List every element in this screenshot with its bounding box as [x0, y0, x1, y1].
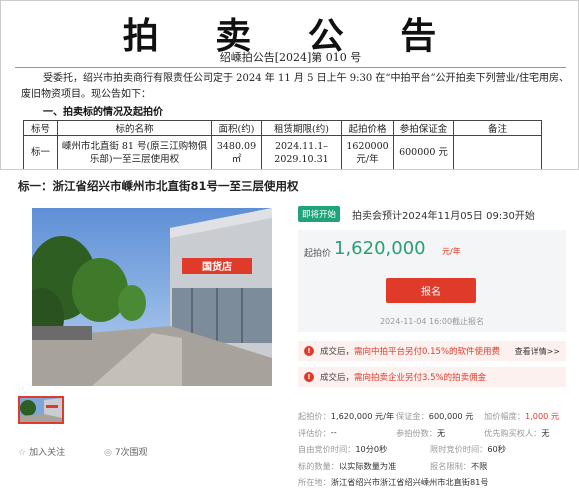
street-scene-image: 国货店 [32, 208, 272, 386]
th-no: 标号 [23, 120, 58, 136]
info-row: 自由竞价时间： 10分0秒 限时竞价时间： 60秒 [298, 444, 506, 455]
start-price-value: 1,620,000 [334, 238, 426, 259]
auction-status: 即将开始 拍卖会预计2024年11月05日 09:30开始 [298, 206, 535, 222]
warning-icon: ! [304, 346, 314, 356]
view-count: ◎ 7次围观 [104, 445, 166, 458]
td-area: 3480.09㎡ [211, 135, 262, 169]
start-time-text: 拍卖会预计2024年11月05日 09:30开始 [352, 210, 535, 222]
td-name: 嵊州市北直街 81 号(原三江购物俱乐部)一至三层使用权 [57, 135, 212, 169]
th-price: 起拍价格 [341, 120, 394, 136]
warning-icon: ! [304, 372, 314, 382]
td-deposit: 600000 元 [393, 135, 454, 169]
notice-section-heading: 一、拍卖标的情况及起拍价 [43, 107, 163, 118]
notice-body: 受委托，绍兴市拍卖商行有限责任公司定于 2024 年 11 月 5 日上午 9:… [21, 73, 570, 100]
td-no: 标一 [23, 135, 58, 169]
th-area: 面积(约) [211, 120, 262, 136]
view-count-label: 7次围观 [114, 448, 148, 458]
start-price-label: 起拍价 [304, 249, 332, 259]
td-price: 1620000元/年 [341, 135, 394, 169]
th-name: 标的名称 [57, 120, 212, 136]
notice-table-row: 标一 嵊州市北直街 81 号(原三江购物俱乐部)一至三层使用权 3480.09㎡… [23, 135, 542, 169]
signup-button[interactable]: 报名 [386, 278, 476, 303]
listing-title: 标一：浙江省绍兴市嵊州市北直街81号一至三层使用权 [18, 179, 299, 193]
td-term: 2024.11.1–2029.10.31 [261, 135, 342, 169]
follow-label: 加入关注 [29, 448, 66, 458]
follow-button[interactable]: ☆ 加入关注 [18, 445, 83, 458]
fee-alert-commission: ! 成交后，需向拍卖企业另付3.5%的拍卖佣金 [298, 367, 566, 387]
notice-table: 标号 标的名称 面积(约) 租赁期限(约) 起拍价格 参拍保证金 备注 标一 嵊… [23, 120, 542, 169]
info-row: 标的数量： 以实际数量为准 报名限制： 不限 [298, 460, 488, 471]
fee-alert-software: ! 成交后，需向中拍平台另付0.15%的软件使用费 查看详情>> [298, 341, 566, 361]
info-row: 评估价： -- 参拍份数：无 优先购买权人：无 [298, 426, 550, 438]
listing-actions: ☆ 加入关注 ◎ 7次围观 [18, 445, 184, 458]
eye-icon: ◎ [103, 448, 112, 458]
property-photo[interactable]: 国货店 [32, 208, 272, 386]
info-row: 所在地： 浙江省绍兴市浙江省绍兴嵊州市北直街81号 [298, 477, 489, 488]
photo-thumbnail[interactable] [18, 396, 64, 424]
view-details-link[interactable]: 查看详情>> [515, 346, 560, 357]
signup-deadline: 2024-11-04 16:00截止报名 [379, 317, 485, 326]
auction-notice: 拍 卖 公 告 绍嵊拍公告[2024]第 010 号 受委托，绍兴市拍卖商行有限… [0, 0, 579, 170]
star-icon: ☆ [18, 448, 27, 458]
price-panel: 起拍价 1,620,000 元/年 报名 2024-11-04 16:00截止报… [298, 230, 566, 332]
shop-sign: 国货店 [202, 260, 232, 273]
notice-table-header: 标号 标的名称 面积(约) 租赁期限(约) 起拍价格 参拍保证金 备注 [23, 120, 542, 136]
notice-number: 绍嵊拍公告[2024]第 010 号 [219, 51, 362, 64]
th-deposit: 参拍保证金 [393, 120, 454, 136]
status-badge: 即将开始 [298, 206, 341, 222]
td-remark [453, 135, 542, 169]
th-term: 租赁期限(约) [261, 120, 342, 136]
notice-divider [15, 67, 566, 68]
info-row: 起拍价： 1,620,000 元/年 保证金： 600,000 元 加价幅度： 1,0… [298, 411, 560, 422]
auction-info-grid: 起拍价： 1,620,000 元/年 保证金： 600,000 元 加价幅度： 1,0… [298, 408, 566, 491]
th-remark: 备注 [453, 120, 542, 136]
start-price-unit: 元/年 [442, 247, 461, 256]
